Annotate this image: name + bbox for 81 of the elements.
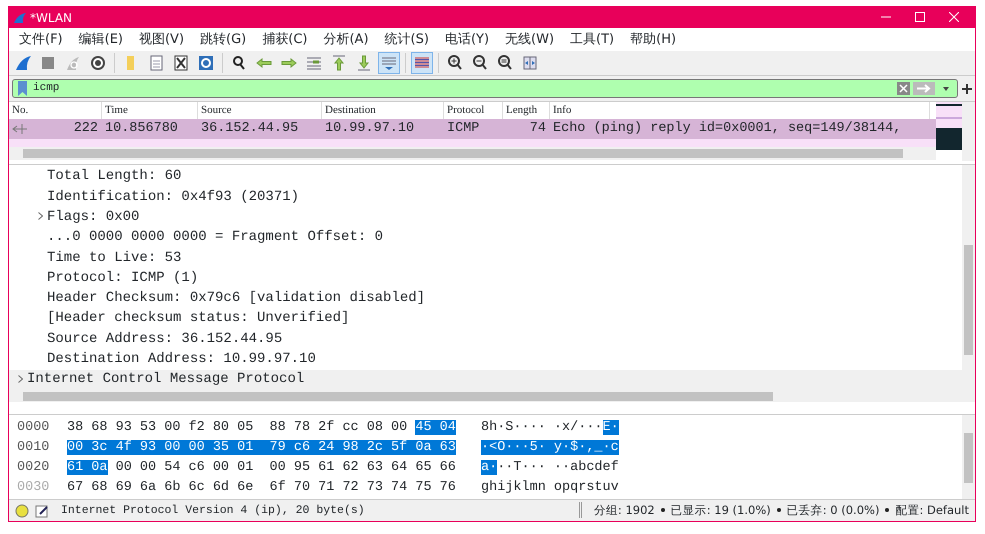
add-icon[interactable] <box>962 84 972 94</box>
hex-bytes[interactable]: 38 68 93 53 00 f2 80 05 88 78 2f cc 08 00 <box>67 420 416 436</box>
hex-bytes[interactable]: 00 00 54 c6 00 01 00 95 61 62 63 64 65 66 <box>108 460 456 476</box>
reload-icon <box>197 54 215 72</box>
hex-bytes[interactable]: 67 68 69 6a 6b 6c 6d 6e 6f 70 71 72 73 74 75 76 <box>67 480 456 496</box>
table-cell: 74 <box>530 121 546 136</box>
display-filter-field[interactable]: icmp <box>12 79 958 98</box>
menu-item[interactable]: 工具(T) <box>562 30 622 50</box>
tree-item[interactable]: [Header checksum status: Unverified] <box>47 308 350 330</box>
table-cell: 222 <box>74 121 98 136</box>
vertical-scrollbar[interactable] <box>962 102 975 161</box>
packet-row[interactable]: 222 10.856780 36.152.44.95 10.99.97.10 ICMP 74 Echo (ping) reply id=0x0001, seq=149/38144, <box>9 119 936 140</box>
ascii-text[interactable]: a· <box>481 460 498 476</box>
table-cell: 36.152.44.95 <box>201 121 298 136</box>
menu-item[interactable]: 视图(V) <box>130 30 192 50</box>
menu-item[interactable]: 帮助(H) <box>622 30 684 50</box>
down-arrow-icon <box>355 54 373 72</box>
close-file-icon <box>172 54 190 72</box>
zoom-in-icon <box>446 54 464 72</box>
shark-fin-icon <box>14 54 32 72</box>
offset: 0030 <box>16 479 50 498</box>
hex-bytes[interactable]: 45 04 <box>415 420 456 436</box>
window-title: *WLAN <box>30 10 72 27</box>
field-info: Internet Protocol Version 4 (ip), 20 byte(s) <box>61 502 365 519</box>
table-cell: Echo (ping) reply id=0x0001, seq=149/38144, <box>553 121 902 136</box>
related-packet-icon <box>12 124 28 134</box>
hex-bytes[interactable]: 61 0a <box>67 460 108 476</box>
zoom-out-icon <box>471 54 489 72</box>
offset: 0020 <box>16 459 50 478</box>
vertical-scrollbar[interactable] <box>962 164 975 390</box>
separator-dot-icon <box>885 508 890 512</box>
tree-item[interactable]: Header Checksum: 0x79c6 [validation disabled] <box>47 288 426 310</box>
ascii-text[interactable]: ··T··· ··abcdef <box>497 460 619 476</box>
status-text: 已显示: 19 (1.0%) <box>670 502 771 519</box>
close-icon <box>949 12 959 22</box>
menu-item[interactable]: 分析(A) <box>315 30 377 50</box>
zoom-reset-icon <box>496 54 514 72</box>
table-cell: 10.856780 <box>105 121 178 136</box>
ascii-text[interactable]: E· <box>602 420 619 436</box>
ascii-text[interactable]: 8h·S···· ·x/··· <box>481 420 603 436</box>
tree-item[interactable]: Protocol: ICMP (1) <box>47 268 198 289</box>
menu-item[interactable]: 无线(W) <box>497 30 562 50</box>
table-cell: ICMP <box>447 121 480 136</box>
menu-item[interactable]: 捕获(C) <box>254 30 316 50</box>
offset: 0000 <box>16 419 50 438</box>
offset: 0010 <box>16 439 50 458</box>
table-cell: 10.99.97.10 <box>325 121 414 136</box>
tree-item[interactable]: Identification: 0x4f93 (20371) <box>47 186 300 208</box>
tree-item[interactable]: Source Address: 36.152.44.95 <box>47 328 282 350</box>
resize-columns-icon <box>521 54 539 72</box>
ascii-text[interactable]: ·<O···5· y·$·,_·c <box>481 440 619 456</box>
vertical-scrollbar[interactable] <box>962 415 975 499</box>
status-indicator-icon <box>15 502 29 520</box>
separator-dot-icon <box>660 508 665 512</box>
menu-item[interactable]: 统计(S) <box>376 30 437 50</box>
gear-icon <box>89 54 107 72</box>
horizontal-scrollbar[interactable] <box>9 390 975 402</box>
up-arrow-icon <box>330 54 348 72</box>
menu-item[interactable]: 文件(F) <box>11 30 71 50</box>
tree-item[interactable]: Flags: 0x00 <box>47 206 140 228</box>
clear-icon[interactable] <box>897 82 910 96</box>
hex-bytes[interactable]: 00 3c 4f 93 00 00 35 01 79 c6 24 98 2c 5f 0a 63 <box>67 440 456 456</box>
tree-item[interactable]: ...0 0000 0000 0000 = Fragment Offset: 0 <box>47 227 384 248</box>
menu-item[interactable]: 电话(Y) <box>436 30 498 50</box>
status-text: 已丢弃: 0 (0.0%) <box>786 502 880 519</box>
tree-item[interactable]: Total Length: 60 <box>47 166 182 188</box>
restart-icon <box>64 54 82 72</box>
status-text: 分组: 1902 <box>594 502 655 519</box>
bookmark-icon <box>16 80 30 98</box>
shark-fin-icon <box>13 12 27 24</box>
separator-dot-icon <box>776 508 781 512</box>
maximize-icon <box>915 12 925 22</box>
filter-text: icmp <box>33 81 60 96</box>
tree-item[interactable]: Destination Address: 10.99.97.10 <box>47 348 316 370</box>
ascii-text[interactable]: ghijklmn opqrstuv <box>481 480 619 496</box>
profile-label[interactable]: 配置: Default <box>895 502 969 520</box>
packet-minimap <box>936 102 962 150</box>
horizontal-scrollbar[interactable] <box>9 147 936 160</box>
menu-item[interactable]: 编辑(E) <box>70 30 131 50</box>
menu-item[interactable]: 跳转(G) <box>192 30 254 50</box>
tree-item[interactable]: Time to Live: 53 <box>47 248 182 268</box>
